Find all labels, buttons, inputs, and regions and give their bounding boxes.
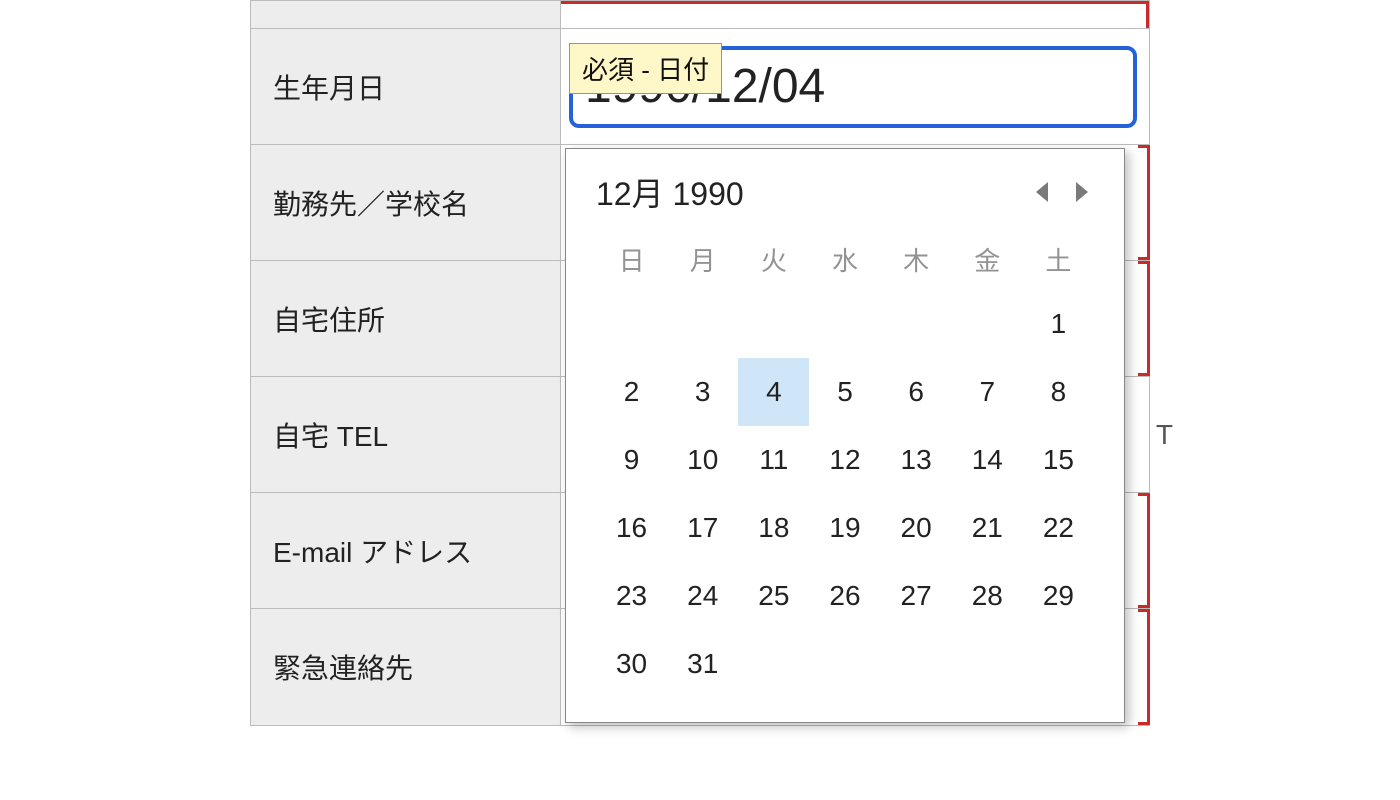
calendar-day[interactable]: 10	[667, 426, 738, 494]
required-edge	[1138, 261, 1150, 376]
calendar-day[interactable]: 28	[952, 562, 1023, 630]
calendar-blank	[738, 290, 809, 358]
calendar-day[interactable]: 20	[881, 494, 952, 562]
required-edge	[1138, 493, 1150, 608]
next-month-button[interactable]	[1068, 177, 1094, 207]
calendar-day[interactable]: 11	[738, 426, 809, 494]
calendar-day[interactable]: 22	[1023, 494, 1094, 562]
weekday-header: 月	[667, 229, 738, 290]
required-edge	[1138, 609, 1150, 725]
weekday-header: 日	[596, 229, 667, 290]
calendar-day[interactable]: 21	[952, 494, 1023, 562]
calendar-day[interactable]: 7	[952, 358, 1023, 426]
calendar-blank	[881, 290, 952, 358]
calendar-day[interactable]: 3	[667, 358, 738, 426]
calendar-day[interactable]: 27	[881, 562, 952, 630]
calendar-day[interactable]: 4	[738, 358, 809, 426]
calendar-day[interactable]: 9	[596, 426, 667, 494]
calendar-day[interactable]: 29	[1023, 562, 1094, 630]
calendar-day[interactable]: 18	[738, 494, 809, 562]
calendar-blank	[667, 290, 738, 358]
calendar-day[interactable]: 6	[881, 358, 952, 426]
form-label-address: 自宅住所	[251, 261, 561, 376]
form-label-partial	[251, 1, 561, 28]
form-input-cell-partial	[561, 1, 1149, 28]
datepicker-popup: 12月 1990 日月火水木金土123456789101112131415161…	[565, 148, 1125, 723]
calendar-day[interactable]: 17	[667, 494, 738, 562]
calendar-day[interactable]: 2	[596, 358, 667, 426]
calendar-day[interactable]: 13	[881, 426, 952, 494]
weekday-header: 水	[809, 229, 880, 290]
weekday-header: 木	[881, 229, 952, 290]
calendar-day[interactable]: 1	[1023, 290, 1094, 358]
calendar-day[interactable]: 12	[809, 426, 880, 494]
datepicker-header: 12月 1990	[596, 169, 1094, 215]
calendar-day[interactable]: 19	[809, 494, 880, 562]
calendar-day[interactable]: 16	[596, 494, 667, 562]
form-label-email: E-mail アドレス	[251, 493, 561, 608]
calendar-blank	[809, 290, 880, 358]
required-edge	[1138, 145, 1150, 260]
form-label-birthdate: 生年月日	[251, 29, 561, 144]
calendar-day[interactable]: 26	[809, 562, 880, 630]
calendar-blank	[952, 290, 1023, 358]
chevron-left-icon	[1034, 180, 1052, 204]
form-label-emergency: 緊急連絡先	[251, 609, 561, 725]
calendar-day[interactable]: 8	[1023, 358, 1094, 426]
calendar-day[interactable]: 15	[1023, 426, 1094, 494]
datepicker-nav	[1030, 177, 1094, 207]
form-label-workplace: 勤務先／学校名	[251, 145, 561, 260]
weekday-header: 土	[1023, 229, 1094, 290]
calendar-day[interactable]: 30	[596, 630, 667, 698]
calendar-day[interactable]: 5	[809, 358, 880, 426]
tel-hint-text: T	[1156, 419, 1173, 451]
calendar-day[interactable]: 31	[667, 630, 738, 698]
datepicker-title[interactable]: 12月 1990	[596, 169, 744, 215]
chevron-right-icon	[1072, 180, 1090, 204]
weekday-header: 火	[738, 229, 809, 290]
calendar-day[interactable]: 23	[596, 562, 667, 630]
calendar-day[interactable]: 24	[667, 562, 738, 630]
form-label-tel: 自宅 TEL	[251, 377, 561, 492]
form-row-top-partial	[251, 1, 1149, 29]
datepicker-grid: 日月火水木金土123456789101112131415161718192021…	[596, 229, 1094, 698]
calendar-day[interactable]: 14	[952, 426, 1023, 494]
calendar-blank	[596, 290, 667, 358]
weekday-header: 金	[952, 229, 1023, 290]
validation-badge: 必須 - 日付	[569, 43, 722, 94]
prev-month-button[interactable]	[1030, 177, 1056, 207]
calendar-day[interactable]: 25	[738, 562, 809, 630]
